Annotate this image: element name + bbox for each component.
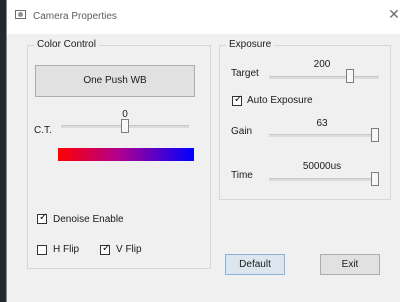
time-slider-track[interactable] [269,178,379,181]
default-label: Default [239,259,271,270]
exposure-legend: Exposure [226,39,275,50]
v-flip-label: V Flip [116,244,142,255]
auto-exposure-label: Auto Exposure [247,95,313,106]
color-temperature-gradient [58,148,194,161]
color-control-legend: Color Control [34,39,99,50]
exit-button[interactable]: Exit [320,254,380,275]
close-icon[interactable]: ✕ [387,6,400,22]
gain-slider-thumb[interactable] [371,128,379,142]
gain-label: Gain [231,126,253,137]
camera-icon [15,10,26,19]
target-label: Target [231,68,259,79]
camera-properties-window: Camera Properties ✕ Color Control One Pu… [6,0,400,302]
denoise-checkbox[interactable]: ✓ [37,212,48,224]
exit-label: Exit [341,259,359,270]
target-slider-thumb[interactable] [345,69,354,83]
one-push-wb-button[interactable]: One Push WB [35,65,195,97]
time-value: 50000us [302,161,342,172]
check-icon: ✓ [39,212,48,223]
h-flip-checkbox[interactable] [37,245,47,255]
auto-exposure-checkbox[interactable]: ✓ [232,94,243,106]
title-bar[interactable]: Camera Properties ✕ [7,0,400,34]
default-button[interactable]: Default [225,254,285,275]
check-icon: ✓ [234,94,243,105]
gain-value: 63 [316,118,328,129]
h-flip-label: H Flip [53,244,80,255]
time-label: Time [231,170,253,181]
ct-slider-thumb[interactable] [121,119,129,133]
target-value: 200 [313,59,331,70]
ct-label: C.T. [34,125,52,136]
v-flip-checkbox[interactable]: ✓ [100,243,111,255]
window-title: Camera Properties [33,11,117,22]
check-icon: ✓ [102,243,111,254]
target-slider-track[interactable] [269,76,379,79]
one-push-wb-label: One Push WB [83,75,147,86]
gain-slider-track[interactable] [269,134,379,137]
time-slider-thumb[interactable] [371,172,379,186]
denoise-label: Denoise Enable [53,214,124,225]
